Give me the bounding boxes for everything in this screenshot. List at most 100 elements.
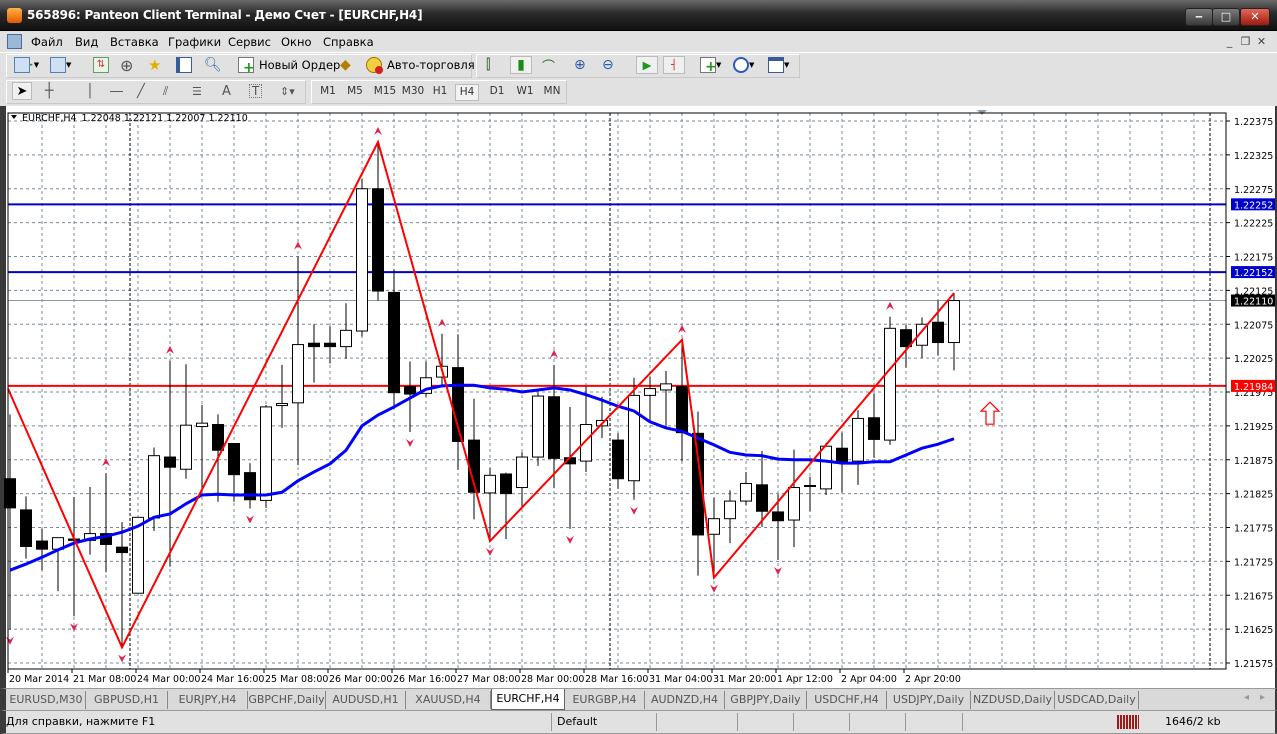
fractal-up-arrow-icon <box>374 127 382 136</box>
fibonacci-fan-icon[interactable]: ⫽ <box>163 82 168 100</box>
menu-window[interactable]: Окно <box>281 35 312 49</box>
chart-ohlc: 1.22048 1.22121 1.22007 1.22110 <box>82 113 248 124</box>
new-order-icon: + <box>238 57 255 76</box>
tab-eurchf-h4[interactable]: EURCHF,H4 <box>491 689 565 710</box>
terminal-icon[interactable] <box>176 56 192 74</box>
profiles-icon[interactable]: ▼ <box>50 56 71 74</box>
up-arrow-object-icon[interactable] <box>979 401 1001 425</box>
candle-bear <box>836 447 848 464</box>
menu-charts[interactable]: Графики <box>168 35 221 49</box>
timeframe-m1[interactable]: M1 <box>316 84 340 101</box>
timeframe-mn[interactable]: MN <box>540 84 564 101</box>
trendline-icon[interactable]: ╱ <box>137 82 145 100</box>
fractal-down-arrow-icon <box>630 506 638 515</box>
price-chart[interactable]: 1.22375 1.22325 1.22275 1.22225 1.22175 1.221… <box>0 108 1277 688</box>
text-label-icon[interactable]: T <box>249 84 263 98</box>
tab-eurjpy-h4[interactable]: EURJPY,H4 <box>168 691 248 709</box>
tab-gbpusd-h1[interactable]: GBPUSD,H1 <box>86 691 168 709</box>
auto-trading-button[interactable]: Авто-торговля <box>366 56 475 74</box>
horizontal-line-icon[interactable]: ― <box>110 82 123 100</box>
candle-bear <box>756 484 768 512</box>
timeframe-w1[interactable]: W1 <box>513 84 537 101</box>
candle-bull <box>292 344 304 404</box>
x-tick-label: 25 Mar 08:00 <box>265 674 328 685</box>
chart-header: EURCHF,H4 1.22048 1.22121 1.22007 1.22110 <box>22 113 248 124</box>
strategy-tester-icon[interactable]: 🔍︎ <box>204 56 222 74</box>
menu-view[interactable]: Вид <box>75 35 98 49</box>
fractal-down-arrow-icon <box>118 654 126 663</box>
candle-bull <box>948 300 960 344</box>
menu-insert[interactable]: Вставка <box>110 35 159 49</box>
menu-tools[interactable]: Сервис <box>228 35 271 49</box>
line-price-label: 1.21984 <box>1234 382 1273 393</box>
fractal-up-arrow-icon <box>438 318 446 327</box>
tab-usdjpy-daily[interactable]: USDJPY,Daily <box>887 691 971 709</box>
arrows-icon[interactable]: ⇕▾ <box>280 82 295 100</box>
candle-bear <box>548 396 560 459</box>
new-order-button[interactable]: + Новый Ордер <box>238 56 340 76</box>
tab-eurgbp-h4[interactable]: EURGBP,H4 <box>565 691 645 709</box>
fibonacci-retracement-icon[interactable]: ☰ <box>192 82 202 100</box>
favorites-icon[interactable]: ★ <box>148 56 161 74</box>
menu-help[interactable]: Справка <box>323 35 374 49</box>
indicators-icon[interactable]: + ▼ <box>700 56 721 75</box>
navigator-icon[interactable]: ⊕ <box>120 56 133 75</box>
tab-gbpchf-daily[interactable]: GBPCHF,Daily <box>248 691 326 709</box>
tab-usdcad-daily[interactable]: USDCAD,Daily <box>1055 691 1139 709</box>
maximize-button[interactable]: □ <box>1212 8 1240 26</box>
cursor-icon[interactable]: ➤ <box>12 82 32 100</box>
zoom-in-icon[interactable]: ⊕ <box>574 56 586 74</box>
crosshair-icon[interactable]: ┼ <box>45 82 53 100</box>
market-watch-icon[interactable]: ⇅ <box>93 56 109 74</box>
periods-icon[interactable]: ▼ <box>733 56 754 74</box>
x-tick-label: 28 Mar 00:00 <box>521 674 584 685</box>
chart-header-dropdown-icon[interactable] <box>11 115 17 119</box>
tab-scroll-right[interactable]: ▸ <box>1260 692 1265 703</box>
candle-bull <box>852 417 864 462</box>
tab-nzdusd-daily[interactable]: NZDUSD,Daily <box>971 691 1055 709</box>
chart-shift-icon[interactable]: ┤ <box>663 56 685 74</box>
templates-icon[interactable]: ▼ <box>768 56 789 74</box>
connection-status-icon[interactable] <box>1117 715 1139 729</box>
timeframe-m5[interactable]: M5 <box>343 84 367 101</box>
menu-file[interactable]: Файл <box>31 35 63 49</box>
zoom-out-icon[interactable]: ⊖ <box>602 56 614 74</box>
chart-plot-frame <box>7 112 1227 670</box>
tab-xauusd-h4[interactable]: XAUUSD,H4 <box>406 691 491 709</box>
y-tick-label: 1.22025 <box>1234 354 1273 365</box>
tab-audnzd-h4[interactable]: AUDNZD,H4 <box>645 691 725 709</box>
mdi-close-button[interactable]: ✕ <box>1254 33 1269 50</box>
mdi-restore-button[interactable]: ❐ <box>1238 33 1253 50</box>
tab-audusd-h1[interactable]: AUDUSD,H1 <box>326 691 406 709</box>
chart-window-icon <box>7 34 22 49</box>
timeframe-d1[interactable]: D1 <box>485 84 509 101</box>
tab-gbpjpy-daily[interactable]: GBPJPY,Daily <box>725 691 807 709</box>
new-chart-icon[interactable]: +▼ <box>14 56 39 74</box>
tab-eurusd-m30[interactable]: EURUSD,M30 <box>7 691 86 709</box>
autoscroll-icon[interactable]: ▶ <box>636 56 658 74</box>
candle-bull <box>628 394 640 482</box>
fractal-up-arrow-icon <box>886 301 894 310</box>
candle-bear <box>388 291 400 394</box>
bar-chart-icon[interactable]: ⫿ <box>486 56 490 74</box>
close-button[interactable]: ✕ <box>1240 8 1270 26</box>
minimize-button[interactable]: ‒ <box>1185 8 1213 26</box>
line-price-label: 1.22252 <box>1234 200 1273 211</box>
candle-bull <box>340 329 352 348</box>
line-chart-icon[interactable]: ⌒ <box>542 56 555 75</box>
vertical-line-icon[interactable]: │ <box>86 82 94 100</box>
candlestick-icon[interactable]: ▮ <box>510 56 532 74</box>
text-icon[interactable]: A <box>222 82 231 100</box>
history-icon[interactable]: ◆ <box>340 56 351 74</box>
app-icon <box>7 8 22 23</box>
tab-scroll-left[interactable]: ◂ <box>1244 692 1249 703</box>
x-tick-label: 2 Apr 20:00 <box>905 674 961 685</box>
timeframe-h1[interactable]: H1 <box>428 84 452 101</box>
fractal-down-arrow-icon <box>774 567 782 576</box>
timeframe-m15[interactable]: M15 <box>372 84 398 101</box>
tab-usdchf-h4[interactable]: USDCHF,H4 <box>807 691 887 709</box>
line-price-label: 1.22152 <box>1234 268 1273 279</box>
mdi-minimize-button[interactable]: _ <box>1222 33 1237 50</box>
timeframe-h4[interactable]: H4 <box>455 84 479 101</box>
timeframe-m30[interactable]: M30 <box>400 84 426 101</box>
